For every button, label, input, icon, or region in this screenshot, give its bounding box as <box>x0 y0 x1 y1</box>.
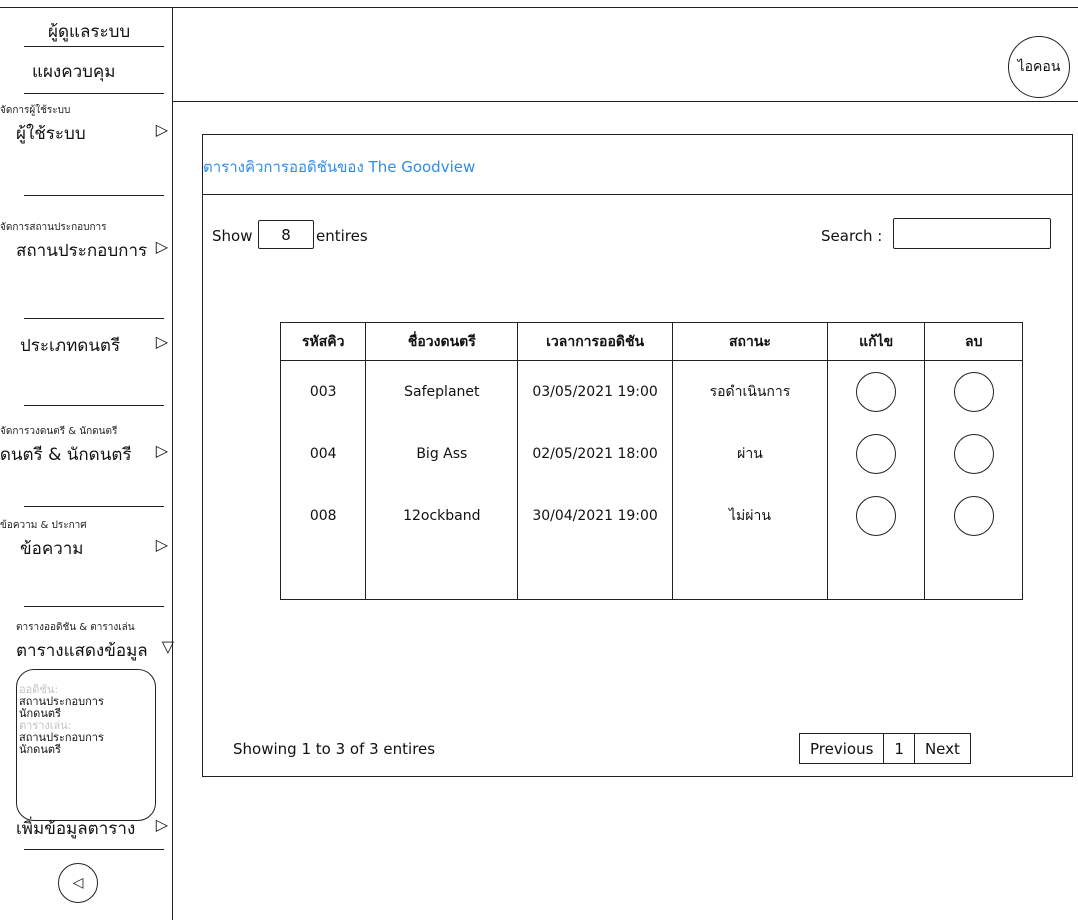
page-1-button[interactable]: 1 <box>884 734 915 763</box>
edit-button[interactable] <box>856 434 897 474</box>
edit-button[interactable] <box>856 372 897 412</box>
next-button[interactable]: Next <box>915 734 970 763</box>
column-header-edit: แก้ไข <box>826 322 926 361</box>
cell-band-name: Safeplanet <box>365 360 519 423</box>
schedule-submenu: ออดิชัน: สถานประกอบการ นักดนตรี ตารางเล่… <box>16 669 156 821</box>
column-header-status: สถานะ <box>671 322 828 361</box>
entries-value: 8 <box>281 225 291 244</box>
table-row: 008 12ockband 30/04/2021 19:00 ไม่ผ่าน <box>279 485 1023 547</box>
sidebar-item-label: ข้อความ <box>20 539 84 559</box>
chevron-right-icon: ▷ <box>155 815 168 834</box>
sidebar-item-users[interactable]: ผู้ใช้ระบบ ▷ <box>16 120 168 147</box>
back-icon: ◁ <box>72 875 84 891</box>
divider <box>24 318 164 319</box>
sidebar-item-label: วงดนตรี & นักดนตรี <box>0 445 132 465</box>
chevron-right-icon: ▷ <box>155 120 168 139</box>
section-caption-bands: จัดการวงดนตรี & นักดนตรี <box>0 426 118 437</box>
cell-edit <box>826 423 926 485</box>
entries-summary: Showing 1 to 3 of 3 entires <box>233 740 436 758</box>
sidebar-item-venues[interactable]: สถานประกอบการ ▷ <box>16 237 168 264</box>
section-caption-venues: จัดการสถานประกอบการ <box>0 222 107 233</box>
audition-queue-panel: ตารางคิวการออดิชันของ The Goodview Show … <box>202 134 1073 777</box>
previous-button[interactable]: Previous <box>800 734 885 763</box>
chevron-right-icon: ▷ <box>155 237 168 256</box>
table-row: 004 Big Ass 02/05/2021 18:00 ผ่าน <box>279 423 1023 485</box>
column-header-band-name: ชื่อวงดนตรี <box>365 322 519 361</box>
collapse-sidebar-button[interactable]: ◁ <box>58 863 98 903</box>
cell-audition-time: 02/05/2021 18:00 <box>517 423 673 485</box>
delete-button[interactable] <box>953 372 994 412</box>
divider <box>203 194 1072 195</box>
chevron-right-icon: ▷ <box>155 332 168 351</box>
pagination: Previous 1 Next <box>799 733 971 764</box>
submenu-item-schedule-musicians[interactable]: นักดนตรี <box>19 744 155 756</box>
cell-band-name: 12ockband <box>365 485 519 547</box>
sidebar-item-label: ผู้ใช้ระบบ <box>16 124 86 144</box>
divider <box>24 93 164 94</box>
entries-label: entires <box>316 227 368 245</box>
cell-delete <box>924 485 1023 547</box>
cell-edit <box>826 485 926 547</box>
cell-delete <box>924 423 1023 485</box>
sidebar-item-dashboard[interactable]: แผงควบคุม <box>32 58 116 85</box>
show-label: Show <box>212 227 253 245</box>
sidebar-item-label: เพิ่มข้อมูลตาราง <box>16 819 136 839</box>
sidebar-item-label: ตารางแสดงข้อมูล <box>16 641 148 661</box>
cell-status: ไม่ผ่าน <box>671 485 828 547</box>
sidebar-item-label: สถานประกอบการ <box>16 241 148 261</box>
cell-edit <box>826 360 926 423</box>
top-border <box>0 7 1078 8</box>
avatar[interactable]: ไอคอน <box>1008 36 1070 98</box>
cell-queue-id: 003 <box>279 360 367 423</box>
sidebar-item-schedules[interactable]: ตารางแสดงข้อมูล ▽ <box>16 637 174 664</box>
divider <box>24 195 164 196</box>
cell-queue-id: 008 <box>279 485 367 547</box>
sidebar-title: ผู้ดูแลระบบ <box>48 22 131 42</box>
table-row: 003 Safeplanet 03/05/2021 19:00 รอดำเนิน… <box>279 360 1023 423</box>
header-divider <box>172 101 1078 102</box>
sidebar-item-music-genres[interactable]: ประเภทดนตรี ▷ <box>20 332 168 359</box>
divider <box>24 849 164 850</box>
column-header-audition-time: เวลาการออดิชัน <box>517 322 673 361</box>
cell-audition-time: 03/05/2021 19:00 <box>517 360 673 423</box>
section-caption-messages: ข้อความ & ประกาศ <box>0 520 87 531</box>
divider <box>24 405 164 406</box>
column-header-delete: ลบ <box>924 322 1023 361</box>
sidebar-item-bands[interactable]: วงดนตรี & นักดนตรี ▷ <box>0 441 168 468</box>
delete-button[interactable] <box>953 496 994 536</box>
cell-audition-time: 30/04/2021 19:00 <box>517 485 673 547</box>
edit-button[interactable] <box>856 496 897 536</box>
chevron-right-icon: ▷ <box>155 535 168 554</box>
table-spacer-row <box>279 547 1023 600</box>
sidebar-item-label: ประเภทดนตรี <box>20 336 121 356</box>
divider <box>24 506 164 507</box>
entries-select[interactable]: 8 <box>258 220 314 249</box>
cell-queue-id: 004 <box>279 423 367 485</box>
column-header-queue-id: รหัสคิว <box>279 322 367 361</box>
cell-status: รอดำเนินการ <box>671 360 828 423</box>
chevron-right-icon: ▷ <box>155 441 168 460</box>
table-header-row: รหัสคิว ชื่อวงดนตรี เวลาการออดิชัน สถานะ… <box>279 322 1023 361</box>
cell-band-name: Big Ass <box>365 423 519 485</box>
search-label: Search : <box>821 227 883 245</box>
sidebar-item-messages[interactable]: ข้อความ ▷ <box>20 535 168 562</box>
section-caption-schedules: ตารางออดิชัน & ตารางเล่น <box>16 622 135 633</box>
sidebar-item-add-schedule[interactable]: เพิ่มข้อมูลตาราง ▷ <box>16 815 168 842</box>
avatar-label: ไอคอน <box>1017 59 1061 75</box>
sidebar-divider <box>172 7 173 920</box>
divider <box>24 606 164 607</box>
divider <box>24 46 164 47</box>
cell-delete <box>924 360 1023 423</box>
audition-table: รหัสคิว ชื่อวงดนตรี เวลาการออดิชัน สถานะ… <box>279 322 1023 600</box>
cell-status: ผ่าน <box>671 423 828 485</box>
page-title: ตารางคิวการออดิชันของ The Goodview <box>203 158 476 176</box>
search-input[interactable] <box>893 218 1051 249</box>
section-caption-users: จัดการผู้ใช้ระบบ <box>0 105 71 116</box>
chevron-down-icon: ▽ <box>161 637 174 656</box>
delete-button[interactable] <box>953 434 994 474</box>
